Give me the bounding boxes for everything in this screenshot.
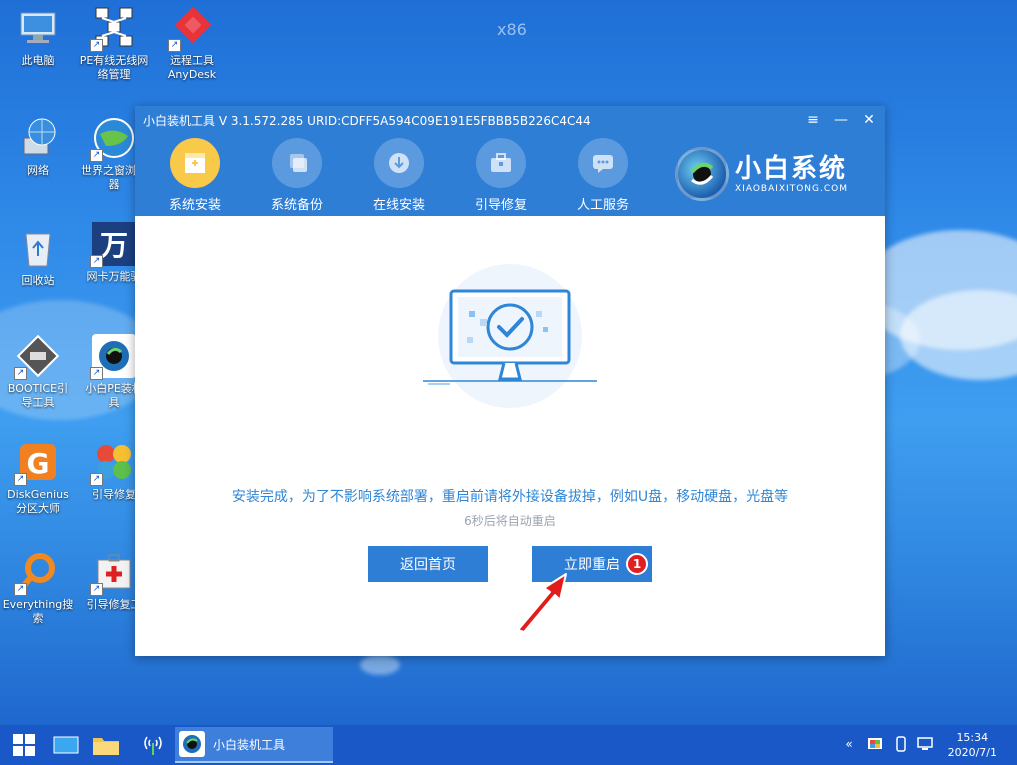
desktop-icon-bootice[interactable]: ↗ BOOTICE引 导工具 bbox=[2, 334, 74, 410]
start-button[interactable] bbox=[4, 725, 44, 765]
tray-expand-button[interactable]: « bbox=[840, 735, 858, 753]
xiaobai-app-icon bbox=[179, 731, 205, 757]
globe-network-icon bbox=[16, 116, 60, 160]
desktop-icon-label: Everything搜 索 bbox=[2, 598, 74, 625]
taskbar-app-label: 小白装机工具 bbox=[213, 737, 286, 752]
desktop-icon-recycle-bin[interactable]: 回收站 bbox=[2, 226, 74, 288]
shortcut-arrow-icon: ↗ bbox=[90, 367, 103, 380]
nav-label: 系统备份 bbox=[270, 198, 323, 213]
menu-button[interactable]: ≡ bbox=[803, 110, 823, 130]
nav-label: 引导修复 bbox=[474, 198, 527, 213]
desktop-icon-label: 远程工具 AnyDesk bbox=[167, 54, 217, 81]
globe-browser-icon: ↗ bbox=[90, 116, 136, 162]
bootice-icon: ↗ bbox=[14, 334, 60, 380]
tray-display-icon[interactable] bbox=[866, 735, 884, 753]
window-title: 小白装机工具 V 3.1.572.285 URID:CDFF5A594C09E1… bbox=[143, 113, 591, 128]
desktop-icon-label: PE有线无线网 络管理 bbox=[79, 54, 149, 81]
shortcut-arrow-icon: ↗ bbox=[90, 39, 103, 52]
taskbar: 小白装机工具 « 15:34 2020/7/1 bbox=[0, 725, 1017, 765]
shortcut-arrow-icon: ↗ bbox=[90, 255, 103, 268]
wireless-antenna-icon bbox=[144, 736, 162, 755]
toolbox-icon bbox=[476, 138, 526, 188]
nav-system-backup[interactable]: 系统备份 bbox=[247, 138, 347, 213]
pointer-arrow-icon bbox=[512, 570, 572, 634]
restart-countdown: 6秒后将自动重启 bbox=[464, 514, 556, 528]
desktop-icon-label: 引导修复 bbox=[92, 488, 136, 501]
desktop-icon-label: 网卡万能驱 bbox=[86, 270, 142, 283]
folder-icon bbox=[93, 738, 119, 755]
tray-usb-drive-icon[interactable] bbox=[892, 735, 910, 753]
windows-logo-icon bbox=[13, 734, 35, 756]
anydesk-icon: ↗ bbox=[168, 6, 214, 52]
clock-date: 2020/7/1 bbox=[947, 746, 997, 759]
main-toolbar: 系统安装 系统备份 在线安装 引导修复 人工服务 小白系统 XIAOBAIXIT… bbox=[135, 134, 885, 216]
magnifier-icon: ↗ bbox=[14, 550, 60, 596]
close-button[interactable]: ✕ bbox=[859, 110, 879, 130]
desktop-icon-diskgenius[interactable]: G ↗ DiskGenius 分区大师 bbox=[2, 440, 74, 516]
nav-manual-service[interactable]: 人工服务 bbox=[553, 138, 653, 213]
desktop-icon-label: 此电脑 bbox=[21, 54, 55, 67]
install-success-illustration bbox=[420, 261, 600, 421]
wan-driver-icon: 万 ↗ bbox=[90, 222, 136, 268]
shortcut-arrow-icon: ↗ bbox=[14, 583, 27, 596]
tray-network-pc-icon[interactable] bbox=[916, 735, 934, 753]
file-explorer-button[interactable] bbox=[88, 725, 124, 765]
taskbar-app-xiaobai[interactable]: 小白装机工具 bbox=[175, 727, 333, 763]
backup-icon bbox=[272, 138, 322, 188]
xiaobai-installer-window: 小白装机工具 V 3.1.572.285 URID:CDFF5A594C09E1… bbox=[135, 106, 885, 656]
shortcut-arrow-icon: ↗ bbox=[14, 473, 27, 486]
desktop-icon-this-pc[interactable]: 此电脑 bbox=[2, 6, 74, 68]
shortcut-arrow-icon: ↗ bbox=[168, 39, 181, 52]
network-wifi-button[interactable] bbox=[136, 725, 170, 765]
watermark-text: x86 bbox=[497, 20, 527, 39]
install-complete-panel: 安装完成，为了不影响系统部署，重启前请将外接设备拔掉，例如U盘，移动硬盘，光盘等… bbox=[135, 216, 885, 656]
desktop-icon-anydesk[interactable]: ↗ 远程工具 AnyDesk bbox=[156, 6, 228, 82]
minimize-button[interactable]: — bbox=[831, 110, 851, 130]
brand-logo-block: 小白系统 XIAOBAIXITONG.COM bbox=[675, 144, 848, 204]
clock-time: 15:34 bbox=[956, 731, 989, 744]
xiaobai-brand-icon bbox=[675, 147, 729, 201]
brand-url: XIAOBAIXITONG.COM bbox=[735, 184, 848, 194]
nav-label: 在线安装 bbox=[372, 198, 425, 213]
desktop-icon-everything[interactable]: ↗ Everything搜 索 bbox=[2, 550, 74, 626]
shortcut-arrow-icon: ↗ bbox=[90, 583, 103, 596]
pinwheel-icon: ↗ bbox=[90, 440, 136, 486]
background-cloud bbox=[360, 655, 400, 675]
network-manager-icon: ↗ bbox=[90, 6, 136, 52]
shortcut-arrow-icon: ↗ bbox=[90, 149, 103, 162]
diskgenius-icon: G ↗ bbox=[14, 440, 60, 486]
first-aid-kit-icon: ↗ bbox=[90, 550, 136, 596]
nav-boot-repair[interactable]: 引导修复 bbox=[451, 138, 551, 213]
desktop-icon-label: DiskGenius 分区大师 bbox=[7, 488, 69, 515]
desktop-icon-label: 网络 bbox=[27, 164, 49, 177]
computer-icon bbox=[16, 6, 60, 50]
nav-system-install[interactable]: 系统安装 bbox=[145, 138, 245, 213]
taskbar-clock[interactable]: 15:34 2020/7/1 bbox=[948, 730, 997, 760]
nav-online-install[interactable]: 在线安装 bbox=[349, 138, 449, 213]
desktop-icon-label: 引导修复工 bbox=[86, 598, 142, 611]
desktop-icon-label: BOOTICE引 导工具 bbox=[7, 382, 69, 409]
download-icon bbox=[374, 138, 424, 188]
back-home-button[interactable]: 返回首页 bbox=[368, 546, 488, 582]
shortcut-arrow-icon: ↗ bbox=[14, 367, 27, 380]
install-complete-message: 安装完成，为了不影响系统部署，重启前请将外接设备拔掉，例如U盘，移动硬盘，光盘等 bbox=[231, 489, 789, 505]
svg-text:G: G bbox=[27, 447, 50, 480]
svg-text:万: 万 bbox=[100, 229, 128, 262]
nav-label: 人工服务 bbox=[576, 198, 629, 213]
windows-box-icon bbox=[170, 138, 220, 188]
recycle-bin-icon bbox=[16, 226, 60, 270]
nav-label: 系统安装 bbox=[168, 198, 221, 213]
show-desktop-button[interactable] bbox=[48, 725, 84, 765]
desktop-icon bbox=[53, 736, 79, 754]
desktop-icon-pe-network[interactable]: ↗ PE有线无线网 络管理 bbox=[78, 6, 150, 82]
chat-icon bbox=[578, 138, 628, 188]
window-titlebar[interactable]: 小白装机工具 V 3.1.572.285 URID:CDFF5A594C09E1… bbox=[135, 106, 885, 134]
shortcut-arrow-icon: ↗ bbox=[90, 473, 103, 486]
xiaobai-logo-icon: ↗ bbox=[90, 334, 136, 380]
step-badge: 1 bbox=[626, 553, 648, 575]
desktop-icon-label: 回收站 bbox=[21, 274, 55, 287]
brand-name: 小白系统 bbox=[735, 154, 848, 184]
desktop-icon-network[interactable]: 网络 bbox=[2, 116, 74, 178]
